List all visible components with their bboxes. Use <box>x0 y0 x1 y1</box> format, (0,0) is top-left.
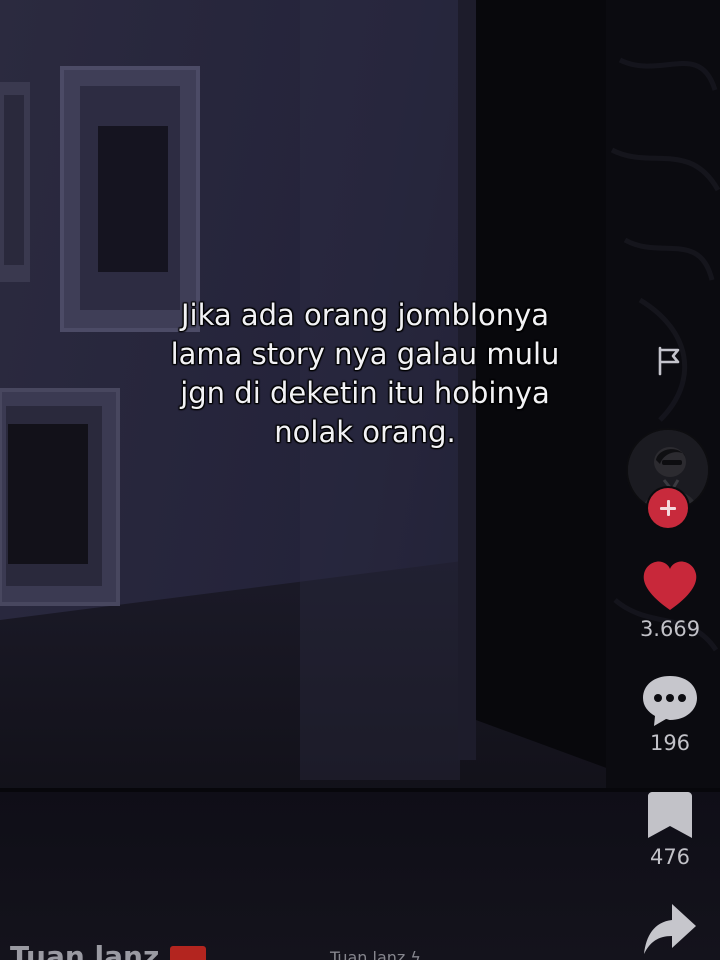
comment-icon <box>643 676 697 726</box>
like-count: 3.669 <box>639 617 701 641</box>
share-button[interactable] <box>628 900 712 956</box>
flag-icon <box>658 346 680 376</box>
caption-line: jgn di deketin itu hobinya <box>180 376 550 410</box>
heart-icon <box>643 561 697 610</box>
like-button[interactable]: 3.669 <box>628 558 712 642</box>
sound-label[interactable]: Tuan lanz ϟ <box>330 948 421 960</box>
comment-button[interactable]: 196 <box>628 672 712 756</box>
caption-line: lama story nya galau mulu <box>170 337 560 371</box>
caption-line: nolak orang. <box>274 415 456 449</box>
video-frame <box>0 0 720 960</box>
creator-username[interactable]: Tuan lanz <box>10 940 159 960</box>
share-icon <box>644 904 696 954</box>
flag-badge-icon <box>170 946 206 960</box>
save-count: 476 <box>649 845 691 869</box>
caption-line: Jika ada orang jomblonya <box>180 298 550 332</box>
bookmark-icon <box>648 792 692 838</box>
comment-count: 196 <box>649 731 691 755</box>
report-button[interactable] <box>652 344 686 378</box>
video-player[interactable]: Jika ada orang jomblonya lama story nya … <box>0 0 720 960</box>
save-button[interactable]: 476 <box>628 788 712 870</box>
follow-button[interactable] <box>648 488 688 528</box>
video-caption: Jika ada orang jomblonya lama story nya … <box>110 296 620 452</box>
